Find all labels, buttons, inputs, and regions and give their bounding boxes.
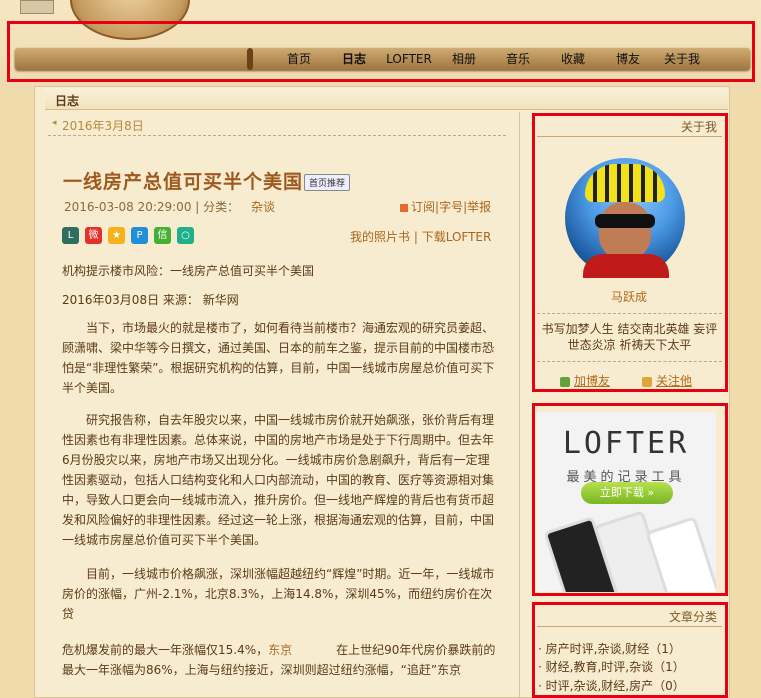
- photobook-link[interactable]: 我的照片书: [350, 230, 410, 244]
- seal-icon: [20, 0, 54, 14]
- post-title: 一线房产总值可买半个美国: [63, 171, 304, 193]
- face-shape: [599, 202, 651, 260]
- report-link[interactable]: 举报: [467, 200, 491, 214]
- column-divider: [519, 112, 520, 698]
- post-category-link[interactable]: 杂谈: [251, 200, 275, 214]
- main-nav: 首页 日志 LOFTER 相册 音乐 收藏 博友 关于我: [270, 48, 708, 70]
- share-qzone-icon[interactable]: ★: [108, 227, 125, 244]
- post-meta: 2016-03-08 20:29:00 | 分类： 杂谈: [64, 198, 275, 215]
- nav-item-lofter[interactable]: LOFTER: [380, 48, 438, 70]
- category-item[interactable]: · 时评,杂谈,财经,房产（0）: [538, 677, 685, 694]
- follow-icon: [642, 376, 653, 387]
- post-paragraph-5: 目前，一线城市价格飙涨，深圳涨幅超越纽约“辉煌”时期。近一年，一线城市房价的涨幅…: [62, 567, 495, 621]
- profile-bio: 书写加梦人生 结交南北英雄 妄评世态炎凉 祈祷天下太平: [541, 322, 718, 352]
- follow-button[interactable]: 关注他: [656, 374, 692, 388]
- subscribe-link[interactable]: 订阅: [411, 200, 435, 214]
- ad-download-button[interactable]: 立即下载 »: [581, 482, 673, 504]
- profile-divider-1: [537, 313, 722, 314]
- post-paragraph-6-a: 危机爆发前的最大一年涨幅仅15.4%，: [62, 643, 269, 657]
- nav-item-home[interactable]: 首页: [270, 48, 328, 70]
- share-tencent-icon[interactable]: P: [131, 227, 148, 244]
- add-friend-icon: [560, 376, 570, 387]
- recommend-tag[interactable]: 首页推荐: [304, 174, 351, 191]
- nav-item-music[interactable]: 音乐: [490, 48, 546, 70]
- share-wechat-icon[interactable]: 信: [154, 227, 171, 244]
- nav-item-album[interactable]: 相册: [438, 48, 490, 70]
- section-title: 日志: [55, 94, 80, 108]
- download-lofter-link[interactable]: 下载LOFTER: [422, 230, 492, 244]
- rss-icon: [400, 203, 408, 212]
- categories-header: 文章分类: [668, 610, 717, 624]
- post-ops: 订阅|字号|举报: [400, 198, 491, 215]
- sunglasses-shape: [595, 214, 655, 228]
- fontsize-link[interactable]: 字号: [439, 200, 463, 214]
- profile-name[interactable]: 马跃成: [531, 288, 727, 305]
- shirt-shape: [583, 254, 669, 278]
- share-weibo-icon[interactable]: 微: [85, 227, 102, 244]
- nav-item-about[interactable]: 关于我: [656, 48, 708, 70]
- arrow-left-icon[interactable]: ◂: [52, 118, 57, 128]
- category-item-label[interactable]: 时评,杂谈,财经,房产（0）: [546, 679, 685, 693]
- section-ribbon: 日志: [45, 88, 728, 110]
- helmet-shape: [585, 164, 665, 202]
- nav-item-favorites[interactable]: 收藏: [546, 48, 600, 70]
- post-paragraph-3: 当下，市场最火的就是楼市了，如何看待当前楼市？海通宏观的研究员姜超、顾潇啸、梁中…: [62, 321, 495, 395]
- share-yixin-icon[interactable]: ○: [177, 227, 194, 244]
- lofter-ad[interactable]: LOFTER 最美的记录工具 立即下载 »: [536, 412, 716, 592]
- post-timestamp: 2016-03-08 20:29:00 | 分类：: [64, 200, 240, 214]
- post-paragraph-6: 危机爆发前的最大一年涨幅仅15.4%，东京 在上世纪90年代房价暴跌前的最大一年涨…: [62, 640, 496, 680]
- nav-item-friends[interactable]: 博友: [600, 48, 656, 70]
- share-icons: L 微 ★ P 信 ○: [62, 227, 200, 244]
- post-paragraph-4: 研究报告称，自去年股灾以来，中国一线城市房价就开始飙涨，张价背后有理性因素也有非…: [62, 413, 495, 547]
- about-divider: [537, 136, 722, 137]
- category-item-label[interactable]: 财经,教育,时评,杂谈（1）: [546, 660, 685, 674]
- share-lofter-icon[interactable]: L: [62, 227, 79, 244]
- category-item-label[interactable]: 房产时评,杂谈,财经（1）: [546, 642, 681, 656]
- post-paragraph-2: 2016年03月08日 来源： 新华网: [62, 293, 239, 307]
- categories-divider: [537, 626, 722, 627]
- post-date-header: ◂ 2016年3月8日: [48, 116, 506, 136]
- ad-logo: LOFTER: [562, 426, 690, 461]
- profile-actions: 加博友 关注他: [560, 372, 724, 389]
- profile-divider-2: [537, 361, 722, 362]
- category-item[interactable]: · 财经,教育,时评,杂谈（1）: [538, 658, 685, 675]
- post-date: 2016年3月8日: [62, 119, 144, 133]
- tokyo-link[interactable]: 东京: [268, 643, 292, 657]
- avatar[interactable]: [565, 158, 685, 278]
- post-links: 我的照片书 | 下载LOFTER: [350, 230, 492, 244]
- about-header: 关于我: [680, 120, 717, 134]
- post-paragraph-1: 机构提示楼市风险：一线房产总值可买半个美国: [62, 264, 315, 278]
- add-friend-button[interactable]: 加博友: [574, 374, 610, 388]
- category-item[interactable]: · 房产时评,杂谈,财经（1）: [538, 640, 681, 657]
- nav-item-blog[interactable]: 日志: [328, 48, 380, 70]
